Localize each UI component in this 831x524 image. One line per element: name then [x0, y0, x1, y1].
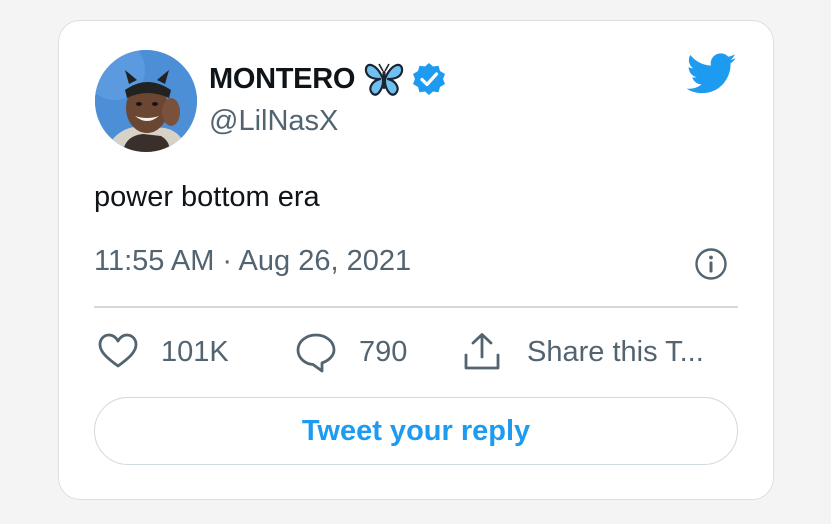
tweet-reply-button[interactable]: Tweet your reply [94, 397, 738, 465]
verified-badge-icon [413, 63, 446, 95]
tweet-text: power bottom era [94, 181, 320, 213]
heart-icon [98, 333, 138, 368]
share-button[interactable]: Share this T... [461, 330, 704, 374]
author-name-row: MONTERO [209, 61, 447, 97]
divider [94, 306, 738, 308]
author-handle[interactable]: @LilNasX [209, 105, 338, 138]
share-label: Share this T... [527, 335, 704, 368]
tweet-timestamp[interactable]: 11:55 AM · Aug 26, 2021 [94, 245, 411, 278]
reply-count: 790 [359, 335, 408, 368]
info-icon[interactable] [694, 247, 728, 281]
share-icon [464, 333, 500, 370]
avatar-image [95, 50, 197, 152]
like-button[interactable]: 101K [97, 330, 229, 374]
tweet-card[interactable]: MONTERO @LilNasX power bottom era 11:55 … [58, 20, 774, 500]
display-name[interactable]: MONTERO [209, 63, 355, 96]
like-count: 101K [161, 335, 229, 368]
butterfly-icon [365, 63, 404, 96]
avatar[interactable] [95, 50, 197, 152]
twitter-bird-icon[interactable] [687, 53, 737, 95]
reply-button[interactable]: 790 [295, 330, 407, 374]
comment-icon [296, 333, 336, 373]
